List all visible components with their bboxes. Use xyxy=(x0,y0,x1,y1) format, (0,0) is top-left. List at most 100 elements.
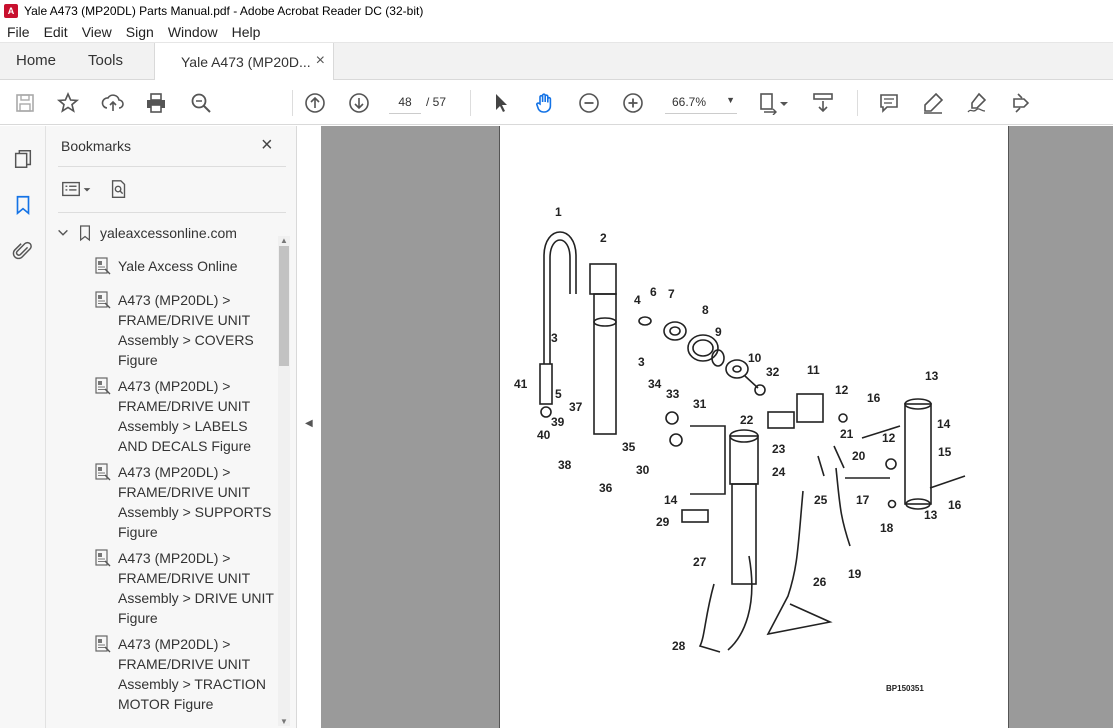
toolbar-separator xyxy=(470,90,471,116)
highlight-icon[interactable] xyxy=(920,90,946,116)
bookmark-item[interactable]: A473 (MP20DL) > FRAME/DRIVE UNIT Assembl… xyxy=(94,290,274,370)
panel-splitter[interactable]: ◀ xyxy=(297,126,321,728)
toolbar-separator xyxy=(292,90,293,116)
bookmarks-icon[interactable] xyxy=(10,192,36,218)
callout-label: 24 xyxy=(772,465,786,479)
callout-label: 10 xyxy=(748,351,762,365)
callout-label: 30 xyxy=(636,463,650,477)
callout-label: 14 xyxy=(664,493,678,507)
bookmark-label: Yale Axcess Online xyxy=(118,258,238,274)
hand-icon[interactable] xyxy=(532,90,558,116)
bookmark-page-icon xyxy=(95,257,111,275)
divider xyxy=(58,166,286,167)
zoom-in-icon[interactable] xyxy=(620,90,646,116)
bookmark-root[interactable]: yaleaxcessonline.com xyxy=(56,224,237,242)
callout-label: 37 xyxy=(569,400,583,414)
tab-tools[interactable]: Tools xyxy=(88,43,123,79)
scroll-mode-icon[interactable] xyxy=(810,90,836,116)
callout-label: 35 xyxy=(622,440,636,454)
tab-close-icon[interactable]: × xyxy=(316,52,325,70)
bookmark-page-icon xyxy=(95,291,111,309)
callout-label: 34 xyxy=(648,377,662,391)
bookmark-item[interactable]: A473 (MP20DL) > FRAME/DRIVE UNIT Assembl… xyxy=(94,548,274,628)
bookmarks-scrollbar[interactable]: ▲ ▼ xyxy=(278,236,290,726)
menu-window[interactable]: Window xyxy=(161,24,225,40)
menu-view[interactable]: View xyxy=(75,24,119,40)
page-down-icon[interactable] xyxy=(346,90,372,116)
bookmark-item[interactable]: Yale Axcess Online xyxy=(94,256,274,276)
callout-label: 18 xyxy=(880,521,894,535)
tab-home[interactable]: Home xyxy=(16,43,56,79)
callout-label: 9 xyxy=(715,325,722,339)
comment-icon[interactable] xyxy=(876,90,902,116)
callout-label: 16 xyxy=(867,391,881,405)
callout-label: 33 xyxy=(666,387,680,401)
callout-label: 1 xyxy=(555,205,562,219)
bookmark-item[interactable]: A473 (MP20DL) > FRAME/DRIVE UNIT Assembl… xyxy=(94,376,274,456)
callout-label: 3 xyxy=(551,331,558,345)
sign-icon[interactable] xyxy=(964,90,990,116)
callout-label: 40 xyxy=(537,428,551,442)
callout-label: 17 xyxy=(856,493,870,507)
tab-document[interactable]: Yale A473 (MP20D... × xyxy=(154,43,334,80)
page-number-input[interactable] xyxy=(389,90,421,114)
bookmark-icon xyxy=(78,224,92,242)
page-fit-dropdown-icon[interactable] xyxy=(778,90,790,116)
collapse-panel-icon[interactable]: ◀ xyxy=(305,418,313,429)
callout-label: 36 xyxy=(599,481,613,495)
callout-label: 20 xyxy=(852,449,866,463)
chevron-down-icon[interactable] xyxy=(56,226,72,240)
attachments-icon[interactable] xyxy=(10,238,36,264)
divider xyxy=(58,212,286,213)
zoom-dropdown[interactable]: 66.7% ▼ xyxy=(665,90,737,114)
upload-icon[interactable] xyxy=(100,90,126,116)
close-icon[interactable]: × xyxy=(261,134,273,157)
chevron-down-icon: ▼ xyxy=(726,95,735,105)
bookmark-page-icon xyxy=(95,377,111,395)
menu-edit[interactable]: Edit xyxy=(37,24,75,40)
document-viewer[interactable]: 1 2 3 3 4 5 6 7 8 9 10 11 12 12 13 13 14… xyxy=(321,126,1113,728)
callout-label: 13 xyxy=(925,369,939,383)
scroll-down-icon[interactable]: ▼ xyxy=(280,717,288,726)
select-cursor-icon[interactable] xyxy=(488,90,514,116)
callout-label: 6 xyxy=(650,285,657,299)
bookmark-label: A473 (MP20DL) > FRAME/DRIVE UNIT Assembl… xyxy=(118,378,252,454)
callout-label: 25 xyxy=(814,493,828,507)
bookmark-item[interactable]: A473 (MP20DL) > FRAME/DRIVE UNIT Assembl… xyxy=(94,634,274,714)
callout-label: 32 xyxy=(766,365,780,379)
bookmarks-panel: Bookmarks × yaleaxcessonline.com Yale Ax… xyxy=(46,126,297,728)
bookmark-label: A473 (MP20DL) > FRAME/DRIVE UNIT Assembl… xyxy=(118,464,272,540)
menu-help[interactable]: Help xyxy=(225,24,268,40)
find-bookmark-icon[interactable] xyxy=(108,178,130,200)
bookmark-options-icon[interactable] xyxy=(60,178,92,200)
bookmarks-toolbar xyxy=(60,176,130,202)
callout-label: 41 xyxy=(514,377,528,391)
zoom-search-icon[interactable] xyxy=(188,90,214,116)
navigation-rail xyxy=(0,126,46,728)
scrollbar-thumb[interactable] xyxy=(279,246,289,366)
callout-label: 5 xyxy=(555,387,562,401)
page-thumbnails-icon[interactable] xyxy=(10,146,36,172)
menu-file[interactable]: File xyxy=(0,24,37,40)
bookmark-label: A473 (MP20DL) > FRAME/DRIVE UNIT Assembl… xyxy=(118,636,266,712)
callout-label: 2 xyxy=(600,231,607,245)
zoom-out-icon[interactable] xyxy=(576,90,602,116)
more-tools-icon[interactable] xyxy=(1008,90,1034,116)
bookmark-list: yaleaxcessonline.com Yale Axcess Online … xyxy=(46,218,278,728)
callout-label: 14 xyxy=(937,417,951,431)
save-icon[interactable] xyxy=(12,90,38,116)
bookmark-item[interactable]: A473 (MP20DL) > FRAME/DRIVE UNIT Assembl… xyxy=(94,462,274,542)
star-icon[interactable] xyxy=(55,90,81,116)
callout-label: 21 xyxy=(840,427,854,441)
title-bar: A Yale A473 (MP20DL) Parts Manual.pdf - … xyxy=(0,0,1113,22)
bookmark-page-icon xyxy=(95,549,111,567)
scroll-up-icon[interactable]: ▲ xyxy=(280,236,288,245)
print-icon[interactable] xyxy=(143,90,169,116)
bookmark-page-icon xyxy=(95,635,111,653)
callout-label: 27 xyxy=(693,555,707,569)
menu-sign[interactable]: Sign xyxy=(119,24,161,40)
bookmark-label: A473 (MP20DL) > FRAME/DRIVE UNIT Assembl… xyxy=(118,292,254,368)
page-up-icon[interactable] xyxy=(302,90,328,116)
callout-label: 28 xyxy=(672,639,686,653)
menu-bar: File Edit View Sign Window Help xyxy=(0,22,1113,43)
